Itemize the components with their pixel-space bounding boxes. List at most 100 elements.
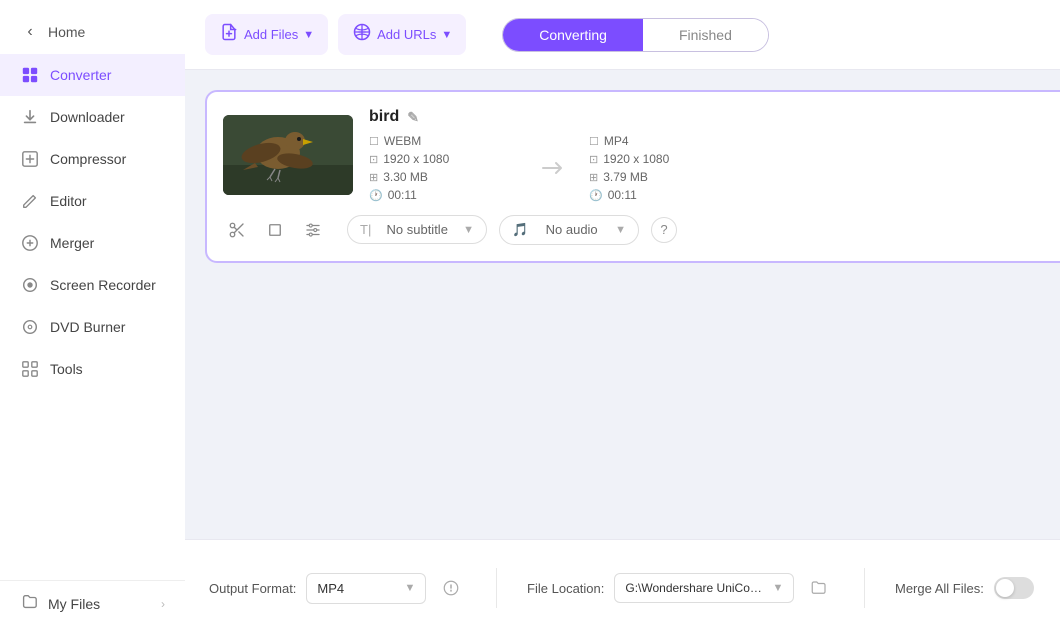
converter-icon (20, 65, 40, 85)
sidebar-bottom: My Files › (0, 580, 185, 626)
source-resolution-row: ⊡ 1920 x 1080 (369, 152, 519, 166)
sidebar-item-editor[interactable]: Editor (0, 180, 185, 222)
subtitle-value: No subtitle (387, 222, 448, 237)
subtitle-dropdown[interactable]: T| No subtitle ▼ (347, 215, 487, 244)
sidebar-item-compressor[interactable]: Compressor (0, 138, 185, 180)
target-size-icon: ⊞ (589, 171, 598, 184)
file-location-folder-icon[interactable] (804, 573, 834, 603)
add-url-button[interactable]: Add URLs ▼ (338, 14, 466, 55)
file-location-select[interactable]: G:\Wondershare UniConverter* ▼ (614, 573, 794, 603)
output-format-chevron: ▼ (405, 582, 416, 594)
add-url-label: Add URLs (377, 27, 436, 42)
target-format: MP4 (604, 134, 629, 148)
source-resolution-icon: ⊡ (369, 153, 378, 166)
file-info: bird ✎ ☐ WEBM ⊡ 1920 x 1080 (369, 108, 1060, 202)
crop-icon[interactable] (261, 216, 289, 244)
subtitle-chevron: ▼ (463, 224, 474, 236)
topbar: Add Files ▼ Add URLs ▼ Converting Finish… (185, 0, 1060, 70)
source-duration-row: 🕐 00:11 (369, 188, 519, 202)
add-files-chevron: ▼ (303, 29, 314, 41)
home-label: Home (48, 24, 85, 40)
bottombar: Output Format: MP4 ▼ File Location: G:\W… (185, 539, 1060, 636)
tab-finished[interactable]: Finished (643, 19, 768, 51)
help-icon[interactable]: ? (651, 217, 677, 243)
topbar-actions: Add Files ▼ Add URLs ▼ (205, 14, 466, 55)
editor-label: Editor (50, 193, 87, 209)
source-format: WEBM (384, 134, 421, 148)
chevron-right-icon: › (161, 597, 165, 611)
sidebar-item-converter[interactable]: Converter (0, 54, 185, 96)
file-location-label: File Location: (527, 581, 604, 596)
my-files-icon (20, 593, 38, 614)
adjust-icon[interactable] (299, 216, 327, 244)
merger-label: Merger (50, 235, 94, 251)
add-files-button[interactable]: Add Files ▼ (205, 14, 328, 55)
convert-arrow (519, 158, 589, 178)
tools-label: Tools (50, 361, 83, 377)
source-size-row: ⊞ 3.30 MB (369, 170, 519, 184)
sidebar-item-downloader[interactable]: Downloader (0, 96, 185, 138)
target-resolution-icon: ⊡ (589, 153, 598, 166)
cut-icon[interactable] (223, 216, 251, 244)
screen-recorder-icon (20, 275, 40, 295)
filename: bird (369, 108, 399, 126)
source-meta: ☐ WEBM ⊡ 1920 x 1080 ⊞ 3.30 MB (369, 134, 519, 202)
sidebar-item-my-files[interactable]: My Files › (0, 581, 185, 626)
audio-dropdown[interactable]: 🎵 No audio ▼ (499, 215, 639, 245)
compressor-label: Compressor (50, 151, 126, 167)
editor-icon (20, 191, 40, 211)
sidebar-item-tools[interactable]: Tools (0, 348, 185, 390)
target-resolution: 1920 x 1080 (603, 152, 669, 166)
edit-filename-icon[interactable]: ✎ (407, 109, 419, 126)
subtitle-icon: T| (360, 222, 371, 237)
audio-chevron: ▼ (615, 224, 626, 236)
output-format-settings-icon[interactable] (436, 573, 466, 603)
target-format-row: ☐ MP4 (589, 134, 739, 148)
source-format-row: ☐ WEBM (369, 134, 519, 148)
file-card-bottom: T| No subtitle ▼ 🎵 No audio ▼ ? (223, 214, 1060, 245)
downloader-icon (20, 107, 40, 127)
source-format-icon: ☐ (369, 135, 379, 148)
file-location-chevron: ▼ (772, 582, 783, 594)
target-format-icon: ☐ (589, 135, 599, 148)
content-area: bird ✎ ☐ WEBM ⊡ 1920 x 1080 (185, 70, 1060, 539)
output-format-select[interactable]: MP4 ▼ (306, 573, 426, 604)
divider-1 (496, 568, 497, 608)
source-size: 3.30 MB (383, 170, 428, 184)
merge-field: Merge All Files: (895, 577, 1034, 599)
dvd-burner-label: DVD Burner (50, 319, 125, 335)
source-duration-icon: 🕐 (369, 189, 383, 202)
merger-icon (20, 233, 40, 253)
target-size-row: ⊞ 3.79 MB (589, 170, 739, 184)
my-files-label: My Files (48, 596, 100, 612)
sidebar-item-home[interactable]: ‹ Home (0, 10, 185, 54)
target-duration-icon: 🕐 (589, 189, 603, 202)
sidebar-item-screen-recorder[interactable]: Screen Recorder (0, 264, 185, 306)
tab-converting[interactable]: Converting (503, 19, 643, 51)
add-url-chevron: ▼ (441, 29, 452, 41)
source-size-icon: ⊞ (369, 171, 378, 184)
file-meta: ☐ WEBM ⊡ 1920 x 1080 ⊞ 3.30 MB (369, 134, 1060, 202)
compressor-icon (20, 149, 40, 169)
target-meta: ☐ MP4 ⊡ 1920 x 1080 ⊞ 3.79 MB (589, 134, 739, 202)
file-location-value: G:\Wondershare UniConverter* (625, 581, 765, 595)
source-duration: 00:11 (388, 188, 417, 202)
file-title-row: bird ✎ (369, 108, 1060, 126)
sidebar-item-merger[interactable]: Merger (0, 222, 185, 264)
file-location-field: File Location: G:\Wondershare UniConvert… (527, 573, 834, 603)
target-resolution-row: ⊡ 1920 x 1080 (589, 152, 739, 166)
audio-icon: 🎵 (512, 222, 528, 238)
file-card-top: bird ✎ ☐ WEBM ⊡ 1920 x 1080 (223, 108, 1060, 202)
screen-recorder-label: Screen Recorder (50, 277, 156, 293)
dvd-burner-icon (20, 317, 40, 337)
add-files-icon (219, 22, 239, 47)
tab-group: Converting Finished (502, 18, 769, 52)
merge-toggle[interactable] (994, 577, 1034, 599)
downloader-label: Downloader (50, 109, 125, 125)
main-area: Add Files ▼ Add URLs ▼ Converting Finish… (185, 0, 1060, 636)
converter-label: Converter (50, 67, 111, 83)
sidebar-item-dvd-burner[interactable]: DVD Burner (0, 306, 185, 348)
tools-icon (20, 359, 40, 379)
target-size: 3.79 MB (603, 170, 648, 184)
sidebar: ‹ Home Converter Downloader (0, 0, 185, 636)
